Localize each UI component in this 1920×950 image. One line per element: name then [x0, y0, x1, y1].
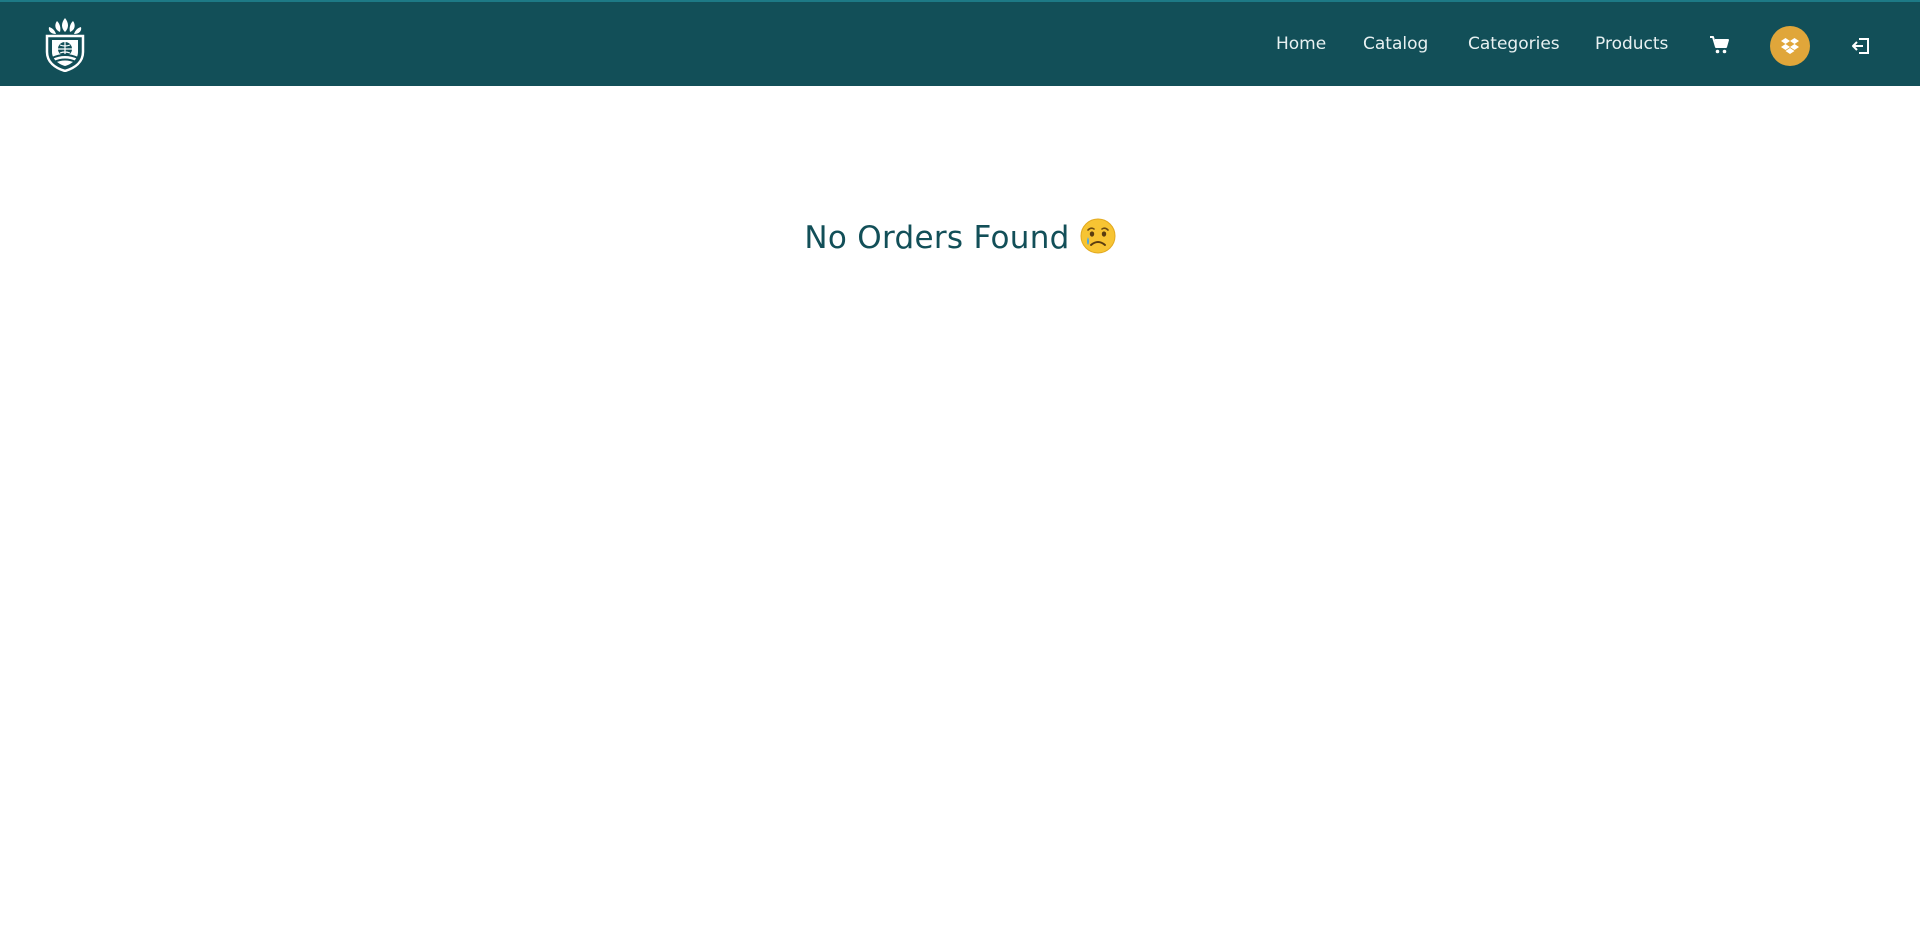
empty-orders-message: No Orders Found [0, 215, 1920, 261]
main-nav: Home Catalog Categories Products [0, 2, 1920, 86]
empty-orders-text: No Orders Found [804, 219, 1070, 256]
nav-link-products[interactable]: Products [1595, 33, 1668, 55]
top-navbar: Home Catalog Categories Products [0, 0, 1920, 86]
nav-link-categories[interactable]: Categories [1468, 33, 1560, 55]
logout-icon[interactable] [1851, 36, 1871, 56]
nav-link-home[interactable]: Home [1276, 33, 1326, 55]
dropbox-icon [1781, 38, 1799, 54]
cart-icon[interactable] [1709, 35, 1731, 55]
user-avatar-button[interactable] [1770, 26, 1810, 66]
crying-face-icon [1080, 218, 1116, 254]
nav-link-catalog[interactable]: Catalog [1363, 33, 1428, 55]
